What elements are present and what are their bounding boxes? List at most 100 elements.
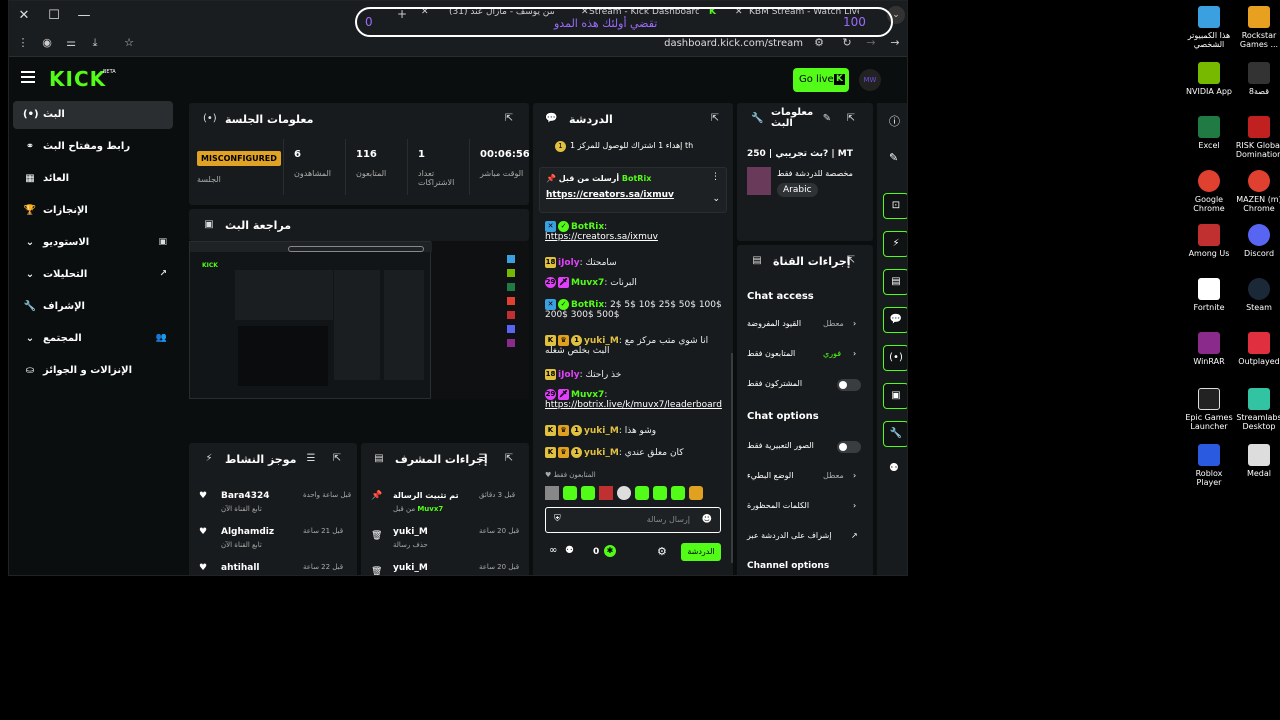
- site-settings-icon[interactable]: ⚙: [811, 35, 827, 51]
- sidebar-item-label: الإنزالات و الجوائز: [43, 365, 133, 376]
- desktop-icon-excel[interactable]: Excel: [1183, 116, 1235, 150]
- bookmark-star-icon[interactable]: ☆: [121, 35, 137, 51]
- go-live-button[interactable]: Go live K: [793, 68, 849, 92]
- shield-icon[interactable]: ⛨: [554, 514, 561, 524]
- users-icon[interactable]: ⚉: [565, 545, 574, 556]
- edit-pencil-icon[interactable]: ✎: [821, 113, 833, 125]
- rail-button-screenshot[interactable]: ⊡: [883, 193, 907, 219]
- pin-icon: 📌: [371, 491, 383, 501]
- send-chat-button[interactable]: الدردشة: [681, 543, 721, 561]
- pin-options-icon[interactable]: ⋮: [711, 172, 720, 182]
- revenue-icon: ▦: [25, 173, 35, 184]
- panel-title: الدردشة: [569, 113, 613, 126]
- info-icon[interactable]: ⓘ: [889, 113, 900, 129]
- chat-message: K ♛ 1 yuki_M: وشو هذا: [545, 425, 725, 436]
- chat-scrollbar[interactable]: [731, 353, 733, 563]
- goal-banner: 1 إهداء 1 اشتراك للوصول للمركز 1 th: [555, 141, 725, 152]
- desktop-icon-risk[interactable]: RISK Global Domination: [1233, 116, 1280, 159]
- popout-icon[interactable]: ⇱: [503, 453, 515, 465]
- popout-icon[interactable]: ⇱: [331, 453, 343, 465]
- desktop-icon-rockstar[interactable]: Rockstar Games ...: [1233, 6, 1280, 49]
- desktop-icon-nvidia[interactable]: NVIDIA App: [1183, 62, 1235, 96]
- sidebar-item-achievements[interactable]: 🏆 الإنجازات: [13, 197, 173, 225]
- kick-logo[interactable]: KICK: [49, 67, 106, 91]
- heart-icon: ♥: [199, 491, 208, 501]
- desktop-icon-story[interactable]: 8قصة: [1233, 62, 1280, 96]
- extension-icon[interactable]: ◉: [39, 35, 55, 51]
- popout-icon[interactable]: ⇱: [845, 113, 857, 125]
- overlay-number-right: 100: [843, 15, 866, 29]
- emoji-icon[interactable]: ☻: [702, 514, 712, 525]
- desktop-icon-discord[interactable]: Discord: [1233, 224, 1280, 258]
- chat-access-heading: Chat access: [747, 291, 814, 302]
- desktop-icon-medal[interactable]: Medal: [1233, 444, 1280, 478]
- popout-icon[interactable]: ⇱: [845, 255, 857, 267]
- avatar[interactable]: MW: [859, 69, 881, 91]
- desktop-icon-this-pc[interactable]: هذا الكمبيوتر الشخصي: [1183, 6, 1235, 49]
- settings-gear-icon[interactable]: ⚙: [657, 545, 667, 558]
- sidebar-item-stream[interactable]: (•) البث: [13, 101, 173, 129]
- sidebar-item-drops[interactable]: ⛀ الإنزالات و الجوائز: [13, 357, 173, 385]
- right-rail: [877, 103, 907, 575]
- menu-dots-icon[interactable]: ⋮: [15, 35, 31, 51]
- filter-icon[interactable]: ☰: [477, 453, 489, 465]
- chat-options-heading: Chat options: [747, 411, 819, 422]
- kick-k-icon: K: [834, 74, 845, 85]
- subscribers-only-toggle[interactable]: [837, 379, 861, 391]
- rail-button-document[interactable]: ▤: [883, 269, 907, 295]
- close-window-icon[interactable]: ✕: [15, 7, 33, 25]
- rail-button-broadcast[interactable]: (•): [883, 345, 907, 371]
- sidebar-item-moderation[interactable]: 🔧 الإشراف: [13, 293, 173, 321]
- desktop-icon-epic-games[interactable]: Epic Games Launcher: [1183, 388, 1235, 431]
- users-icon[interactable]: ⚉: [889, 461, 899, 474]
- desktop-icon-steam[interactable]: Steam: [1233, 278, 1280, 312]
- sidebar-item-analytics[interactable]: ⌄ التحليلات ↗: [13, 261, 173, 289]
- reload-icon[interactable]: ↻: [839, 35, 855, 51]
- desktop-icon-roblox[interactable]: Roblox Player: [1183, 444, 1235, 487]
- rail-button-layout[interactable]: ▣: [883, 383, 907, 409]
- sidebar-item-revenue[interactable]: ▦ العائد: [13, 165, 173, 193]
- emotes-only-toggle[interactable]: [837, 441, 861, 453]
- download-icon[interactable]: ⤓: [87, 35, 103, 51]
- desktop-icon-fortnite[interactable]: Fortnite: [1183, 278, 1235, 312]
- maximize-icon[interactable]: ☐: [45, 7, 63, 25]
- channel-options-heading: Channel options: [747, 561, 830, 571]
- hamburger-menu-icon[interactable]: [21, 71, 35, 83]
- chat-message: 18 iJoly: خذ راحتك: [545, 369, 622, 380]
- url-text[interactable]: dashboard.kick.com/stream: [664, 38, 803, 49]
- pinned-message: 📌 أرسلت من قبل BotRix https://creators.s…: [539, 167, 727, 213]
- overlay-number-left: 0: [365, 15, 373, 29]
- stream-title: بث تجريبي | 250? | MT: [747, 149, 853, 159]
- filter-icon[interactable]: ☰: [305, 453, 317, 465]
- rail-button-chat[interactable]: 💬: [883, 307, 907, 333]
- desktop-icon-chrome[interactable]: Google Chrome: [1183, 170, 1235, 213]
- forward-icon[interactable]: →: [863, 35, 879, 51]
- desktop-icon-among-us[interactable]: Among Us: [1183, 224, 1235, 258]
- popout-icon[interactable]: ⇱: [709, 113, 721, 125]
- sidebar-item-label: العائد: [43, 173, 70, 184]
- pinned-link[interactable]: https://creators.sa/ixmuv: [546, 190, 674, 200]
- chat-input[interactable]: ⛨ إرسال رسالة ☻: [545, 507, 721, 533]
- desktop-icon-chrome-profile[interactable]: MAZEN (m) Chrome: [1233, 170, 1280, 213]
- extensions-puzzle-icon[interactable]: ⚌: [63, 35, 79, 51]
- rail-button-wrench[interactable]: 🔧: [883, 421, 907, 447]
- rail-button-bolt[interactable]: ⚡: [883, 231, 907, 257]
- desktop-icon-streamlabs[interactable]: Streamlabs Desktop: [1233, 388, 1280, 431]
- chevron-down-icon: ⌄: [25, 237, 35, 248]
- edit-pencil-icon[interactable]: ✎: [889, 151, 898, 164]
- popout-icon[interactable]: ⇱: [503, 113, 515, 125]
- chevron-down-icon[interactable]: ⌄: [712, 194, 720, 204]
- desktop-icon-outplayed[interactable]: Outplayed: [1233, 332, 1280, 366]
- category-thumbnail: [747, 167, 771, 195]
- desktop-icon-winrar[interactable]: WinRAR: [1183, 332, 1235, 366]
- stream-preview-video[interactable]: KICK: [189, 241, 529, 399]
- back-icon[interactable]: →: [887, 35, 903, 51]
- sidebar-item-community[interactable]: ⌄ المجتمع 👥: [13, 325, 173, 353]
- tag-badge: Arabic: [777, 183, 818, 197]
- document-icon: ▤: [752, 255, 762, 266]
- broadcast-icon: (•): [23, 109, 39, 120]
- sidebar-item-stream-key[interactable]: ⚭ رابط ومفتاح البث: [13, 133, 173, 161]
- emote-bar[interactable]: [545, 485, 721, 501]
- minimize-icon[interactable]: —: [75, 7, 93, 25]
- sidebar-item-studio[interactable]: ⌄ الاستوديو ▣: [13, 229, 173, 257]
